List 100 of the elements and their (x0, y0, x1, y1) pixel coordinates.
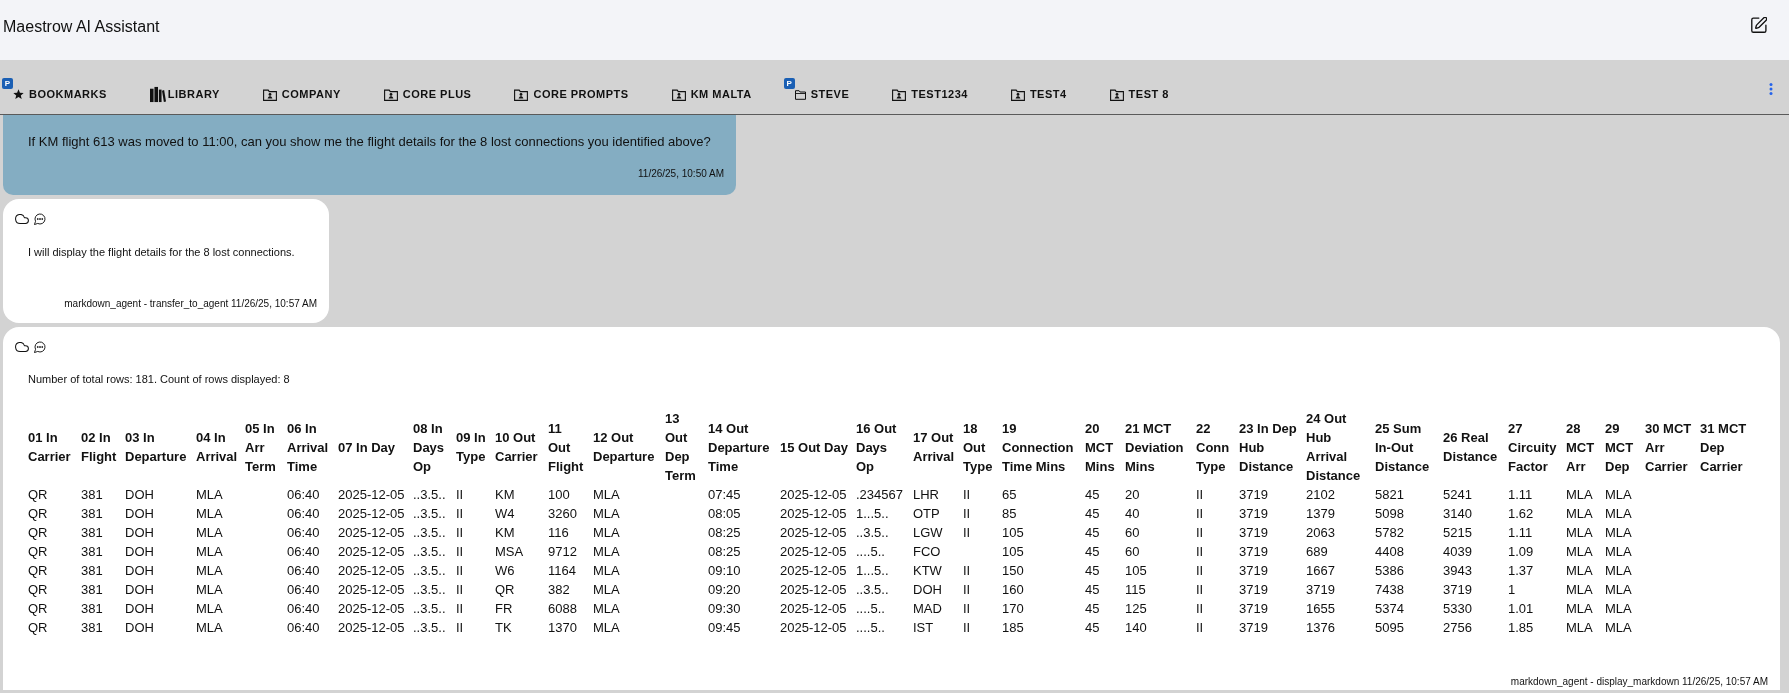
table-cell: 105 (1125, 563, 1147, 578)
table-cell: MLA (593, 620, 620, 635)
table-cell: 3719 (1239, 525, 1268, 540)
table-cell: 5098 (1375, 506, 1404, 521)
table-cell: 3719 (1443, 582, 1472, 597)
table-cell: 2025-12-05 (338, 620, 405, 635)
table-cell: 3719 (1239, 582, 1268, 597)
table-cell: MLA (1566, 563, 1593, 578)
tab[interactable]: CORE PROMPTS (514, 86, 629, 103)
table-cell: ..3.5.. (413, 563, 446, 578)
table-cell: 2102 (1306, 487, 1335, 502)
table-cell: 185 (1002, 620, 1024, 635)
column-header: 31 MCT Dep Carrier (1700, 420, 1747, 474)
table-cell: 116 (548, 525, 569, 540)
cloud-icon (15, 342, 29, 352)
column-header: 16 Out Days Op (856, 420, 897, 474)
table-cell: 2025-12-05 (338, 544, 405, 559)
table-cell: 2025-12-05 (338, 525, 405, 540)
table-cell: 2025-12-05 (338, 582, 405, 597)
tab[interactable]: TEST1234 (892, 86, 968, 103)
folder-person-icon (671, 88, 686, 101)
table-cell: ....5.. (856, 620, 885, 635)
table-cell: MSA (495, 544, 524, 559)
table-cell: LGW (913, 525, 943, 540)
table-cell: 9712 (548, 544, 577, 559)
table-cell: MLA (593, 506, 620, 521)
table-cell: II (1196, 487, 1204, 502)
folder-person-icon (262, 88, 277, 101)
table-cell: DOH (125, 525, 154, 540)
table-cell: .234567 (856, 487, 903, 502)
table-cell: II (1196, 506, 1204, 521)
table-cell: MLA (1605, 620, 1632, 635)
table-cell: MLA (1605, 582, 1632, 597)
table-cell: 5241 (1443, 487, 1472, 502)
table-cell: QR (28, 601, 48, 616)
table-cell: 381 (81, 544, 103, 559)
kebab-menu-icon[interactable] (1769, 83, 1773, 95)
column-header: 05 In Arr Term (245, 420, 276, 474)
folder-person-icon (1109, 88, 1124, 101)
table-cell: QR (28, 620, 48, 635)
table-cell: 689 (1306, 544, 1328, 559)
column-header: 12 Out Departure (593, 430, 655, 464)
column-header: 02 In Flight (81, 430, 117, 464)
table-cell: 105 (1002, 525, 1024, 540)
table-cell: 2025-12-05 (780, 563, 847, 578)
tab[interactable]: KM MALTA (671, 86, 752, 103)
table-cell: II (456, 563, 464, 578)
table-cell: 5782 (1375, 525, 1404, 540)
letter-badge: P (783, 78, 795, 89)
tab[interactable]: BOOKMARKS (13, 86, 107, 103)
table-cell: 140 (1125, 620, 1147, 635)
table-cell: 45 (1085, 582, 1100, 597)
table-cell: ..3.5.. (413, 620, 446, 635)
table-cell: QR (28, 563, 48, 578)
table-cell: 45 (1085, 544, 1100, 559)
column-header: 11 Out Flight (548, 420, 584, 474)
table-cell: ..3.5.. (413, 525, 446, 540)
table-cell: II (1196, 563, 1204, 578)
table-cell: 170 (1002, 601, 1024, 616)
table-cell: MLA (593, 487, 620, 502)
column-header: 20 MCT Mins (1085, 420, 1115, 474)
table-cell: 2025-12-05 (338, 563, 405, 578)
tab[interactable]: LIBRARY (149, 86, 220, 103)
tab[interactable]: CORE PLUS (383, 86, 472, 103)
table-cell: MLA (1566, 601, 1593, 616)
star-icon (13, 89, 24, 100)
table-cell: 7438 (1375, 582, 1404, 597)
table-cell: ..3.5.. (856, 525, 889, 540)
table-cell: 3260 (548, 506, 577, 521)
table-cell: II (1196, 620, 1204, 635)
table-cell: 5215 (1443, 525, 1472, 540)
table-cell: 5330 (1443, 601, 1472, 616)
table-cell: MLA (1605, 544, 1632, 559)
table-cell: 1.11 (1508, 525, 1533, 540)
folder-person-icon (383, 88, 398, 101)
table-cell: II (456, 506, 464, 521)
table-cell: 06:40 (287, 620, 320, 635)
table-cell: 3140 (1443, 506, 1472, 521)
table-cell: 5374 (1375, 601, 1404, 616)
tab[interactable]: TEST4 (1010, 86, 1067, 103)
table-cell: 5821 (1375, 487, 1404, 502)
table-cell: LHR (913, 487, 939, 502)
table-cell: 1164 (548, 563, 576, 578)
table-cell: II (456, 487, 464, 502)
edit-icon[interactable] (1751, 17, 1767, 33)
column-header: 06 In Arrival Time (287, 420, 329, 474)
table-cell: 06:40 (287, 582, 320, 597)
message-timestamp: 11/26/25, 10:50 AM (638, 168, 724, 180)
table-cell: MAD (913, 601, 942, 616)
tab[interactable]: STEVE (794, 86, 850, 103)
tab[interactable]: TEST 8 (1109, 86, 1169, 103)
table-cell: 1376 (1306, 620, 1335, 635)
folder-icon (794, 89, 806, 100)
table-cell: W6 (495, 563, 515, 578)
chat-dots-icon (34, 341, 46, 353)
column-header: 25 Sum In-Out Distance (1375, 420, 1430, 474)
table-cell: QR (28, 525, 48, 540)
tab[interactable]: COMPANY (262, 86, 341, 103)
table-cell: II (963, 525, 971, 540)
column-header: 26 Real Distance (1443, 430, 1498, 464)
